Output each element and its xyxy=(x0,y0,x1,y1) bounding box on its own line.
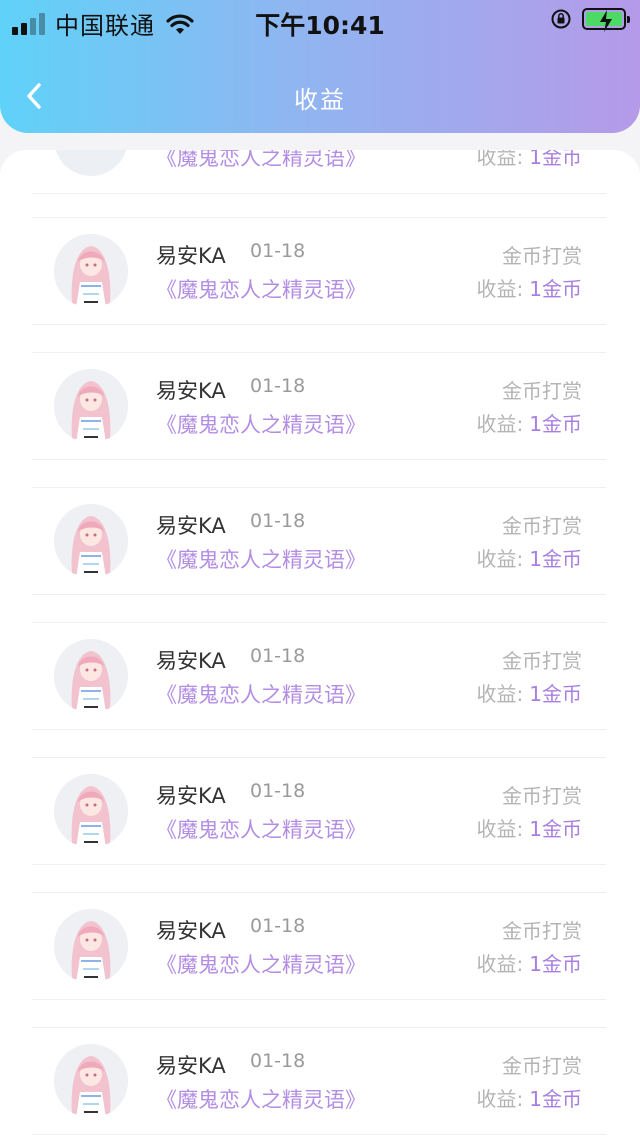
battery-icon xyxy=(582,8,630,32)
income-label: 收益: xyxy=(476,547,524,571)
user-name: 易安KA xyxy=(156,784,226,808)
book-title[interactable]: 《魔鬼恋人之精灵语》 xyxy=(156,544,366,574)
user-name: 易安KA xyxy=(156,649,226,673)
record-date: 01-18 xyxy=(250,915,306,937)
income-label: 收益: xyxy=(476,1087,524,1111)
income-value: 1金币 xyxy=(529,412,582,436)
income-value: 1金币 xyxy=(529,547,582,571)
record-date: 01-18 xyxy=(250,1050,306,1072)
record-type: 金币打赏 xyxy=(502,919,582,943)
record-date: 01-18 xyxy=(250,240,306,262)
list-item[interactable]: 易安KA 01-18 《魔鬼恋人之精灵语》 金币打赏 收益: 1金币 xyxy=(32,757,606,865)
avatar xyxy=(54,150,128,176)
income-amount: 收益: 1金币 xyxy=(477,813,582,842)
avatar-image xyxy=(54,369,128,443)
book-title[interactable]: 《魔鬼恋人之精灵语》 xyxy=(156,274,366,304)
avatar-image xyxy=(54,234,128,308)
income-amount: 收益: 1金币 xyxy=(477,948,582,977)
income-amount: 收益: 1金币 xyxy=(477,273,582,302)
book-title[interactable]: 《魔鬼恋人之精灵语》 xyxy=(156,679,366,709)
user-name: 易安KA xyxy=(156,1054,226,1078)
income-amount: 收益: 1金币 xyxy=(477,678,582,707)
avatar[interactable] xyxy=(54,1044,128,1118)
book-title[interactable]: 《魔鬼恋人之精灵语》 xyxy=(156,1084,366,1114)
record-type: 金币打赏 xyxy=(502,244,582,268)
income-value: 1金币 xyxy=(529,277,582,301)
income-value: 1金币 xyxy=(529,1087,582,1111)
status-bar: 中国联通 下午10:41 xyxy=(0,0,640,42)
income-value: 1金币 xyxy=(529,817,582,841)
nav-bar: 收益 xyxy=(0,60,640,130)
income-label: 收益: xyxy=(476,817,524,841)
avatar[interactable] xyxy=(54,369,128,443)
user-name: 易安KA xyxy=(156,514,226,538)
avatar[interactable] xyxy=(54,639,128,713)
income-value: 1金币 xyxy=(529,952,582,976)
income-value: 1金币 xyxy=(529,682,582,706)
clock: 下午10:41 xyxy=(255,11,385,40)
income-label: 收益: xyxy=(476,277,524,301)
page-title: 收益 xyxy=(294,86,346,114)
list-item[interactable]: 易安KA 01-18 《魔鬼恋人之精灵语》 金币打赏 收益: 1金币 xyxy=(32,352,606,460)
rotation-lock-icon xyxy=(551,9,571,29)
book-title[interactable]: 《魔鬼恋人之精灵语》 xyxy=(156,949,366,979)
avatar[interactable] xyxy=(54,909,128,983)
income-amount: 收益: 1金币 xyxy=(477,408,582,437)
record-date: 01-18 xyxy=(250,375,306,397)
income-label: 收益: xyxy=(476,682,524,706)
list-item[interactable]: 易安KA 01-18 《魔鬼恋人之精灵语》 金币打赏 收益: 1金币 xyxy=(32,1027,606,1135)
record-type: 金币打赏 xyxy=(502,649,582,673)
avatar[interactable] xyxy=(54,504,128,578)
book-title[interactable]: 《魔鬼恋人之精灵语》 xyxy=(156,814,366,844)
record-type: 金币打赏 xyxy=(502,1054,582,1078)
user-name: 易安KA xyxy=(156,244,226,268)
book-title[interactable]: 《魔鬼恋人之精灵语》 xyxy=(156,409,366,439)
record-date: 01-18 xyxy=(250,510,306,532)
list-item[interactable]: 易安KA 01-18 《魔鬼恋人之精灵语》 金币打赏 收益: 1金币 xyxy=(32,487,606,595)
user-name: 易安KA xyxy=(156,379,226,403)
record-type: 金币打赏 xyxy=(502,784,582,808)
income-label: 收益: xyxy=(476,952,524,976)
income-list: 《魔鬼恋人之精灵语》 收益: 1金币 易安KA 01-18 《魔鬼恋人之精灵语》 … xyxy=(0,150,640,1136)
avatar[interactable] xyxy=(54,234,128,308)
list-item[interactable]: 《魔鬼恋人之精灵语》 收益: 1金币 xyxy=(32,150,606,194)
avatar-image xyxy=(54,909,128,983)
avatar-image xyxy=(54,639,128,713)
income-amount: 收益: 1金币 xyxy=(477,150,582,170)
record-date: 01-18 xyxy=(250,780,306,802)
record-date: 01-18 xyxy=(250,645,306,667)
income-label: 收益: xyxy=(476,412,524,436)
avatar-image xyxy=(54,774,128,848)
income-value: 1金币 xyxy=(529,150,582,169)
avatar[interactable] xyxy=(54,774,128,848)
header: 中国联通 下午10:41 收益 xyxy=(0,0,640,133)
book-title[interactable]: 《魔鬼恋人之精灵语》 xyxy=(156,150,366,172)
income-amount: 收益: 1金币 xyxy=(477,543,582,572)
income-amount: 收益: 1金币 xyxy=(477,1083,582,1112)
list-item[interactable]: 易安KA 01-18 《魔鬼恋人之精灵语》 金币打赏 收益: 1金币 xyxy=(32,622,606,730)
list-item[interactable]: 易安KA 01-18 《魔鬼恋人之精灵语》 金币打赏 收益: 1金币 xyxy=(32,217,606,325)
record-type: 金币打赏 xyxy=(502,514,582,538)
avatar-image xyxy=(54,1044,128,1118)
record-type: 金币打赏 xyxy=(502,379,582,403)
avatar-image xyxy=(54,504,128,578)
user-name: 易安KA xyxy=(156,919,226,943)
income-label: 收益: xyxy=(476,150,524,169)
list-item[interactable]: 易安KA 01-18 《魔鬼恋人之精灵语》 金币打赏 收益: 1金币 xyxy=(32,892,606,1000)
